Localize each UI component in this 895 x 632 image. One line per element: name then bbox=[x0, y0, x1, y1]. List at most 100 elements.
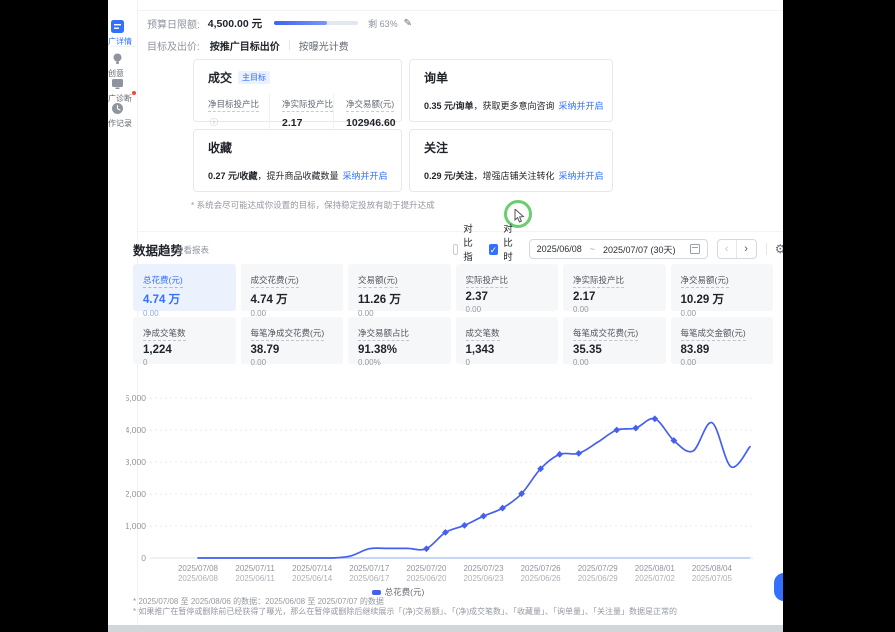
metric-card-value: 11.26 万 bbox=[358, 291, 441, 307]
tab-separator bbox=[289, 40, 290, 50]
tab-bid-by-goal[interactable]: 按推广目标出价 bbox=[210, 38, 280, 53]
metric-card-net-orders[interactable]: 净成交笔数 1,224 0 bbox=[133, 317, 236, 364]
goal-card-title: 询单 bbox=[424, 69, 448, 86]
section-divider bbox=[138, 231, 783, 232]
trend-chart-svg: 01,0002,0003,0004,0005,0002025/07/082025… bbox=[126, 382, 774, 587]
metric-label: 净实际投产比 bbox=[282, 98, 333, 112]
metric-label: 净目标投产比 bbox=[208, 98, 259, 112]
metric-card-value: 1,343 bbox=[466, 344, 549, 356]
floating-assistant-button[interactable] bbox=[774, 573, 783, 601]
svg-text:2025/07/20: 2025/07/20 bbox=[406, 564, 447, 573]
metric-card-orders[interactable]: 成交笔数 1,343 0 bbox=[456, 317, 559, 364]
metric-card-label: 每笔净成交花费(元) bbox=[251, 327, 325, 341]
budget-progress-bar[interactable] bbox=[274, 21, 358, 25]
metric-card-label: 净交易额(元) bbox=[681, 274, 729, 288]
metric-card-compare-value: 0.00 bbox=[466, 305, 549, 314]
metric-value: 2.17 bbox=[282, 117, 323, 129]
svg-text:2025/06/23: 2025/06/23 bbox=[463, 574, 504, 583]
next-period-button[interactable]: › bbox=[737, 240, 756, 258]
date-range-input[interactable]: 2025/06/08 ~ 2025/07/07 (30天) bbox=[529, 239, 708, 259]
metric-card-roi[interactable]: 实际投产比 2.37 0.00 bbox=[456, 264, 559, 311]
svg-text:2025/08/04: 2025/08/04 bbox=[692, 564, 733, 573]
metric-card-label: 净成交笔数 bbox=[143, 327, 186, 341]
metric-card-label: 成交花费(元) bbox=[251, 274, 299, 288]
primary-goal-badge: 主目标 bbox=[238, 71, 270, 84]
svg-text:2025/07/11: 2025/07/11 bbox=[235, 564, 275, 573]
goal-card-title: 成交 bbox=[208, 69, 232, 86]
daily-budget-label: 预算日限额: bbox=[147, 16, 200, 31]
adopt-enable-link[interactable]: 采纳并开启 bbox=[343, 171, 388, 181]
tab-bid-by-exposure[interactable]: 按曝光计费 bbox=[299, 38, 349, 53]
metric-card-compare-value: 0.00 bbox=[251, 358, 334, 367]
view-report-link[interactable]: 查看报表 bbox=[175, 244, 209, 256]
metric-card-label: 净交易额占比 bbox=[358, 327, 409, 341]
goal-card-favorite: 收藏 0.27 元/收藏，提升商品收藏数量采纳并开启 bbox=[193, 129, 402, 192]
screen: 推广详情 创意 推广诊断 操作记录 预算日限额: 4,500.00 元 剩 bbox=[0, 0, 895, 632]
metric-card-net-gmv[interactable]: 净交易额(元) 10.29 万 0.00 bbox=[671, 264, 774, 311]
adopt-enable-link[interactable]: 采纳并开启 bbox=[559, 101, 604, 111]
goal-card-inquiry: 询单 0.35 元/询单，获取更多意向咨询采纳并开启 bbox=[409, 59, 613, 122]
metric-card-label: 净实际投产比 bbox=[573, 274, 624, 288]
goal-card-follow: 关注 0.29 元/关注，增强店铺关注转化采纳并开启 bbox=[409, 129, 613, 192]
bid-price: 0.27 元/收藏 bbox=[208, 171, 258, 181]
svg-text:2025/07/14: 2025/07/14 bbox=[292, 564, 333, 573]
compare-time-checkbox[interactable]: ✓ bbox=[489, 244, 499, 255]
date-range-end: 2025/07/07 (30天) bbox=[603, 243, 676, 256]
goal-card-title: 收藏 bbox=[208, 139, 232, 156]
chart-footnote-disclaimer: * 如果推广在暂停或删除前已经获得了曝光，那么在暂停或删除后继续展示「(净)交易… bbox=[133, 606, 677, 617]
detail-icon bbox=[111, 20, 124, 33]
date-pager: ‹ › bbox=[717, 239, 757, 259]
metric-card-value: 91.38% bbox=[358, 344, 441, 356]
edit-budget-icon[interactable]: ✎ bbox=[404, 18, 412, 29]
budget-progress-fill bbox=[274, 21, 327, 25]
svg-text:2025/07/17: 2025/07/17 bbox=[349, 564, 390, 573]
goal-card-deal: 成交 主目标 净目标投产比ⓘ 2.45✎ 净实际投产比 2.17 净交易额(元)… bbox=[193, 59, 402, 122]
metric-card-compare-value: 0 bbox=[466, 358, 549, 367]
metric-card-total-cost[interactable]: 总花费(元) 4.74 万 0.00 bbox=[133, 264, 236, 311]
metric-card-value: 4.74 万 bbox=[251, 291, 334, 307]
bid-desc: ，增强店铺关注转化 bbox=[474, 171, 555, 181]
goal-bid-label: 目标及出价: bbox=[147, 38, 200, 53]
metric-card-net-cost-per-order[interactable]: 每笔净成交花费(元) 38.79 0.00 bbox=[241, 317, 344, 364]
metric-card-net-gmv-ratio[interactable]: 净交易额占比 91.38% 0.00% bbox=[348, 317, 451, 364]
compare-metric-checkbox[interactable] bbox=[453, 244, 458, 255]
svg-text:2025/07/23: 2025/07/23 bbox=[463, 564, 504, 573]
bid-price: 0.29 元/关注 bbox=[424, 171, 474, 181]
sidebar-divider bbox=[110, 46, 136, 47]
metric-card-label: 总花费(元) bbox=[143, 274, 183, 288]
info-icon[interactable]: ⓘ bbox=[210, 118, 218, 127]
metric-card-value: 1,224 bbox=[143, 344, 226, 356]
adopt-enable-link[interactable]: 采纳并开启 bbox=[559, 171, 604, 181]
svg-text:2025/06/29: 2025/06/29 bbox=[578, 574, 619, 583]
metric-card-value: 2.37 bbox=[466, 291, 549, 303]
bid-desc: ，获取更多意向咨询 bbox=[474, 101, 555, 111]
metric-card-value: 83.89 bbox=[681, 344, 764, 356]
svg-text:2,000: 2,000 bbox=[126, 489, 146, 499]
svg-text:2025/07/05: 2025/07/05 bbox=[692, 574, 733, 583]
svg-text:5,000: 5,000 bbox=[126, 393, 146, 403]
svg-text:2025/06/26: 2025/06/26 bbox=[521, 574, 562, 583]
metric-card-net-roi[interactable]: 净实际投产比 2.17 0.00 bbox=[563, 264, 666, 311]
svg-text:2025/07/02: 2025/07/02 bbox=[635, 574, 676, 583]
metric-card-compare-value: 0.00 bbox=[573, 305, 656, 314]
svg-text:2025/07/26: 2025/07/26 bbox=[521, 564, 562, 573]
metric-card-deal-cost[interactable]: 成交花费(元) 4.74 万 0.00 bbox=[241, 264, 344, 311]
daily-budget-value: 4,500.00 元 bbox=[208, 16, 262, 31]
svg-text:4,000: 4,000 bbox=[126, 425, 146, 435]
settings-gear-icon[interactable]: ⚙ bbox=[775, 242, 783, 256]
svg-text:2025/07/08: 2025/07/08 bbox=[178, 564, 219, 573]
svg-text:2025/08/01: 2025/08/01 bbox=[635, 564, 676, 573]
metric-card-amount-per-order[interactable]: 每笔成交金额(元) 83.89 0.00 bbox=[671, 317, 774, 364]
svg-text:2025/06/17: 2025/06/17 bbox=[349, 574, 390, 583]
clock-icon bbox=[111, 102, 124, 115]
metric-card-value: 2.17 bbox=[573, 291, 656, 303]
monitor-icon bbox=[111, 77, 124, 90]
promotion-detail-panel: 推广详情 创意 推广诊断 操作记录 预算日限额: 4,500.00 元 剩 bbox=[108, 0, 783, 625]
prev-period-button[interactable]: ‹ bbox=[718, 240, 737, 258]
window-bottom-edge bbox=[108, 625, 783, 632]
date-range-start: 2025/06/08 bbox=[537, 244, 582, 254]
trend-metric-grid: 总花费(元) 4.74 万 0.00 成交花费(元) 4.74 万 0.00 交… bbox=[133, 264, 773, 364]
svg-text:2025/07/29: 2025/07/29 bbox=[578, 564, 619, 573]
metric-card-cost-per-order[interactable]: 每笔成交花费(元) 35.35 0.00 bbox=[563, 317, 666, 364]
metric-card-gmv[interactable]: 交易额(元) 11.26 万 0.00 bbox=[348, 264, 451, 311]
